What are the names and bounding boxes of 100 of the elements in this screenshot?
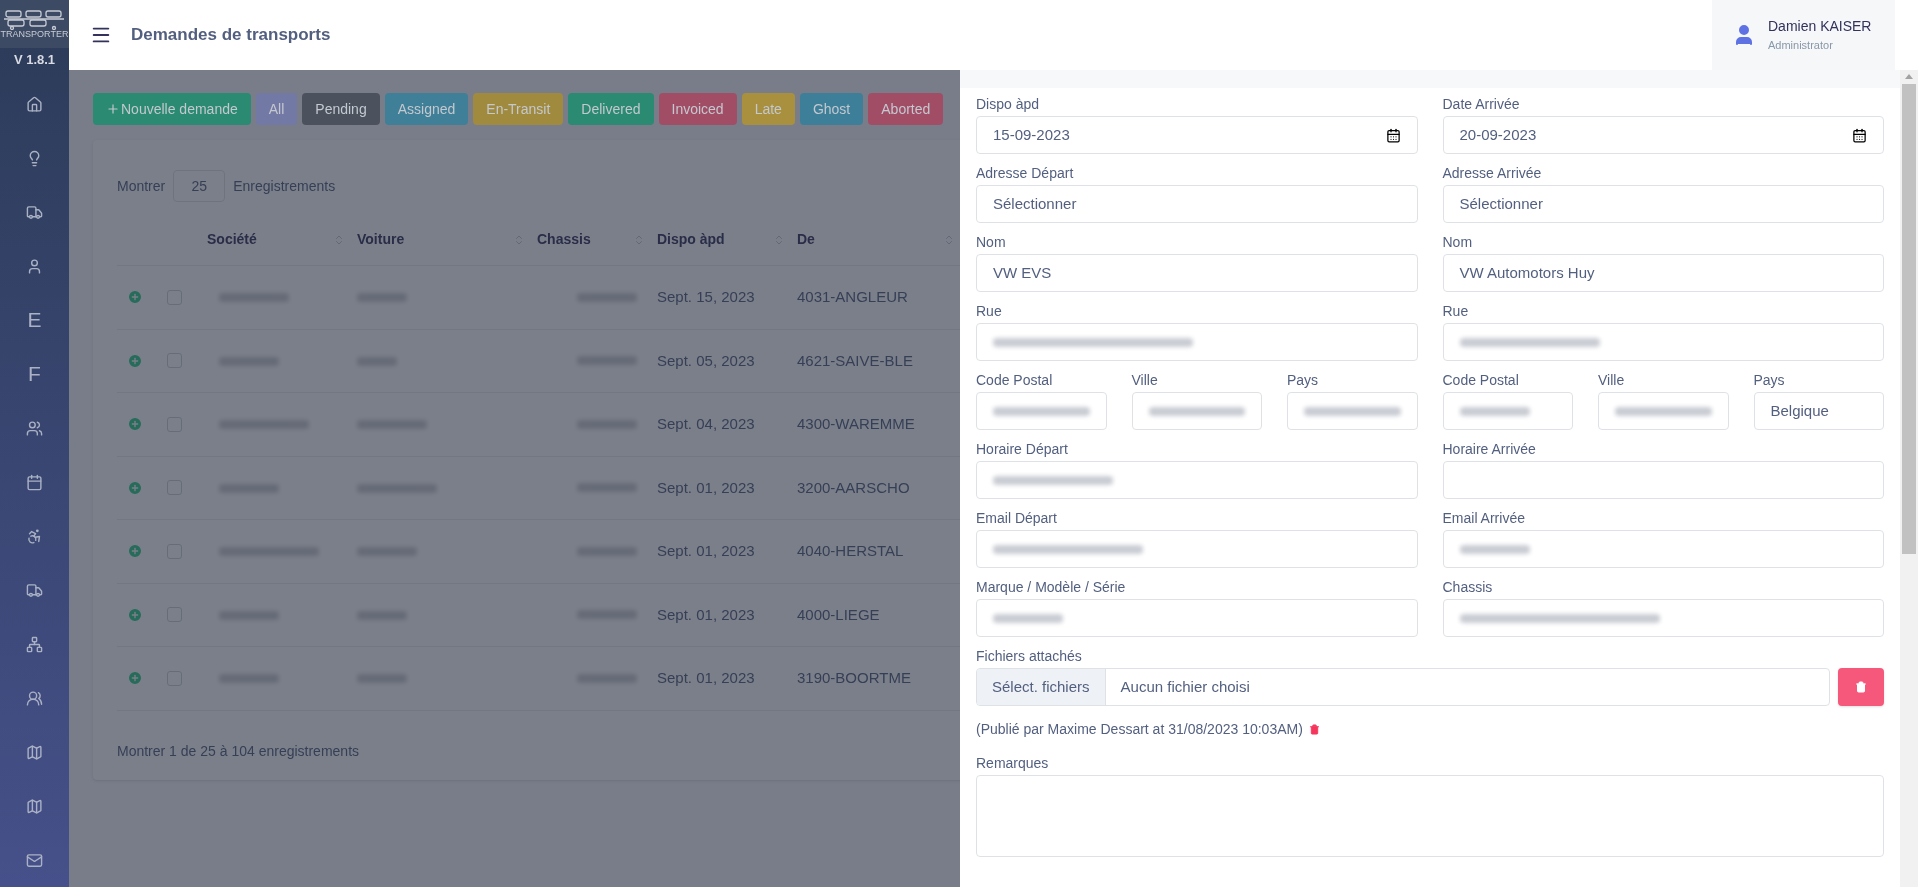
status-filter-button[interactable]: En-Transit: [473, 93, 564, 125]
select-field[interactable]: Sélectionner: [976, 185, 1418, 223]
status-filter-button[interactable]: Aborted: [868, 93, 944, 125]
hierarchy-icon[interactable]: [26, 635, 43, 653]
input-field[interactable]: [1131, 392, 1262, 430]
input-field[interactable]: Belgique: [1753, 392, 1884, 430]
table-cell-text: 4000-LIEGE: [797, 604, 881, 625]
input-field[interactable]: [1442, 461, 1884, 499]
status-filter-button[interactable]: Late: [741, 93, 795, 125]
truck-icon[interactable]: [26, 203, 43, 221]
field-label: Fichiers attachés: [976, 647, 1083, 666]
field-label: Horaire Départ: [976, 440, 1069, 459]
input-field[interactable]: [1442, 530, 1884, 568]
calendar-icon[interactable]: [26, 473, 43, 491]
map-icon[interactable]: [26, 743, 43, 761]
field-label: Nom: [1442, 233, 1474, 252]
sort-icon[interactable]: [773, 233, 785, 246]
field-label: Chassis: [1442, 578, 1494, 597]
date-field[interactable]: 15-09-2023: [976, 116, 1418, 154]
expand-row-icon[interactable]: [127, 289, 143, 306]
home-icon[interactable]: [26, 95, 43, 113]
table-cell-text: Sept. 05, 2023: [657, 350, 756, 371]
map-icon[interactable]: [26, 797, 43, 815]
field-label: Ville: [1131, 371, 1159, 390]
table-cell-text: Sept. 15, 2023: [657, 287, 756, 307]
column-header[interactable]: Voiture: [357, 229, 405, 250]
input-field[interactable]: [1287, 392, 1418, 430]
sort-icon[interactable]: [633, 233, 645, 246]
input-field[interactable]: [976, 530, 1418, 568]
user-icon[interactable]: [26, 257, 43, 275]
expand-row-icon[interactable]: [127, 416, 143, 433]
sidebar-item[interactable]: E: [27, 304, 42, 336]
trash-icon[interactable]: [1308, 724, 1320, 735]
column-header[interactable]: Société: [207, 229, 257, 250]
redacted-text: [1459, 406, 1530, 416]
input-field[interactable]: [1442, 599, 1884, 637]
column-header[interactable]: Dispo àpd: [657, 229, 725, 250]
remarks-textarea[interactable]: [976, 775, 1884, 857]
table-cell-text: 3200-AARSCHO: [797, 477, 911, 498]
field-label: Date Arrivée: [1442, 95, 1521, 114]
input-field[interactable]: [1442, 323, 1884, 361]
date-field[interactable]: 20-09-2023: [1442, 116, 1884, 154]
new-request-button[interactable]: Nouvelle demande: [93, 93, 251, 125]
mail-icon[interactable]: [26, 851, 43, 869]
table-cell-text: 4031-ANGLEUR: [797, 287, 909, 307]
table-cell-text: Sept. 01, 2023: [657, 668, 756, 688]
field-label: Rue: [976, 302, 1003, 321]
group-icon[interactable]: [26, 689, 43, 707]
redacted-text: [993, 613, 1063, 623]
select-field[interactable]: Sélectionner: [1442, 185, 1884, 223]
users-icon[interactable]: [26, 419, 43, 437]
file-input[interactable]: Sélect. fichiers Aucun fichier choisi: [976, 668, 1830, 706]
field-label: Nom: [976, 233, 1007, 252]
table-cell-text: Sept. 01, 2023: [657, 477, 756, 498]
wheelchair-icon[interactable]: [26, 527, 43, 545]
field-label: Email Départ: [976, 509, 1058, 528]
expand-row-icon[interactable]: [127, 352, 143, 369]
status-filter-button[interactable]: Assigned: [384, 93, 469, 125]
sort-icon[interactable]: [333, 233, 345, 246]
input-field[interactable]: VW EVS: [976, 254, 1418, 292]
input-field[interactable]: [976, 392, 1107, 430]
delete-button[interactable]: [1838, 668, 1884, 706]
calendar-icon: [1852, 127, 1867, 143]
input-field[interactable]: [976, 323, 1418, 361]
sort-icon[interactable]: [513, 233, 525, 246]
calendar-icon: [1385, 127, 1401, 143]
expand-row-icon[interactable]: [127, 606, 143, 623]
redacted-text: [1459, 544, 1530, 554]
user-name: Damien KAISER: [1768, 17, 1872, 37]
scrollbar[interactable]: [1900, 70, 1918, 887]
expand-row-icon[interactable]: [127, 543, 143, 560]
sort-icon[interactable]: [943, 233, 955, 246]
choose-files-button[interactable]: Sélect. fichiers: [977, 669, 1106, 705]
field-label: Marque / Modèle / Série: [976, 578, 1127, 597]
column-header[interactable]: De: [797, 229, 815, 250]
input-field[interactable]: [1442, 392, 1573, 430]
table-cell-text: 4300-WAREMME: [797, 414, 916, 434]
input-field[interactable]: [1598, 392, 1729, 430]
status-filter-button[interactable]: Ghost: [799, 93, 864, 125]
scroll-up-icon[interactable]: [1905, 74, 1913, 79]
car-carrier-logo-icon: [3, 8, 66, 31]
plus-icon: [106, 102, 120, 116]
status-filter-button[interactable]: Pending: [302, 93, 380, 125]
expand-row-icon[interactable]: [127, 479, 143, 496]
field-label: Adresse Départ: [976, 164, 1075, 183]
input-field[interactable]: [976, 599, 1418, 637]
sidebar-item[interactable]: F: [28, 358, 41, 390]
user-menu[interactable]: Damien KAISER Administrator: [1712, 0, 1895, 70]
status-filter-button[interactable]: Delivered: [568, 93, 654, 125]
page-length-select[interactable]: 25: [173, 170, 226, 202]
truck-icon[interactable]: [26, 581, 43, 599]
input-field[interactable]: [976, 461, 1418, 499]
column-header[interactable]: Chassis: [537, 229, 591, 250]
status-filter-button[interactable]: All: [255, 93, 298, 125]
field-label: Dispo àpd: [976, 95, 1041, 114]
field-label: Code Postal: [1442, 371, 1520, 390]
expand-row-icon[interactable]: [127, 670, 143, 687]
input-field[interactable]: VW Automotors Huy: [1442, 254, 1884, 292]
status-filter-button[interactable]: Invoiced: [658, 93, 737, 125]
table-cell-text: 4040-HERSTAL: [797, 541, 905, 561]
